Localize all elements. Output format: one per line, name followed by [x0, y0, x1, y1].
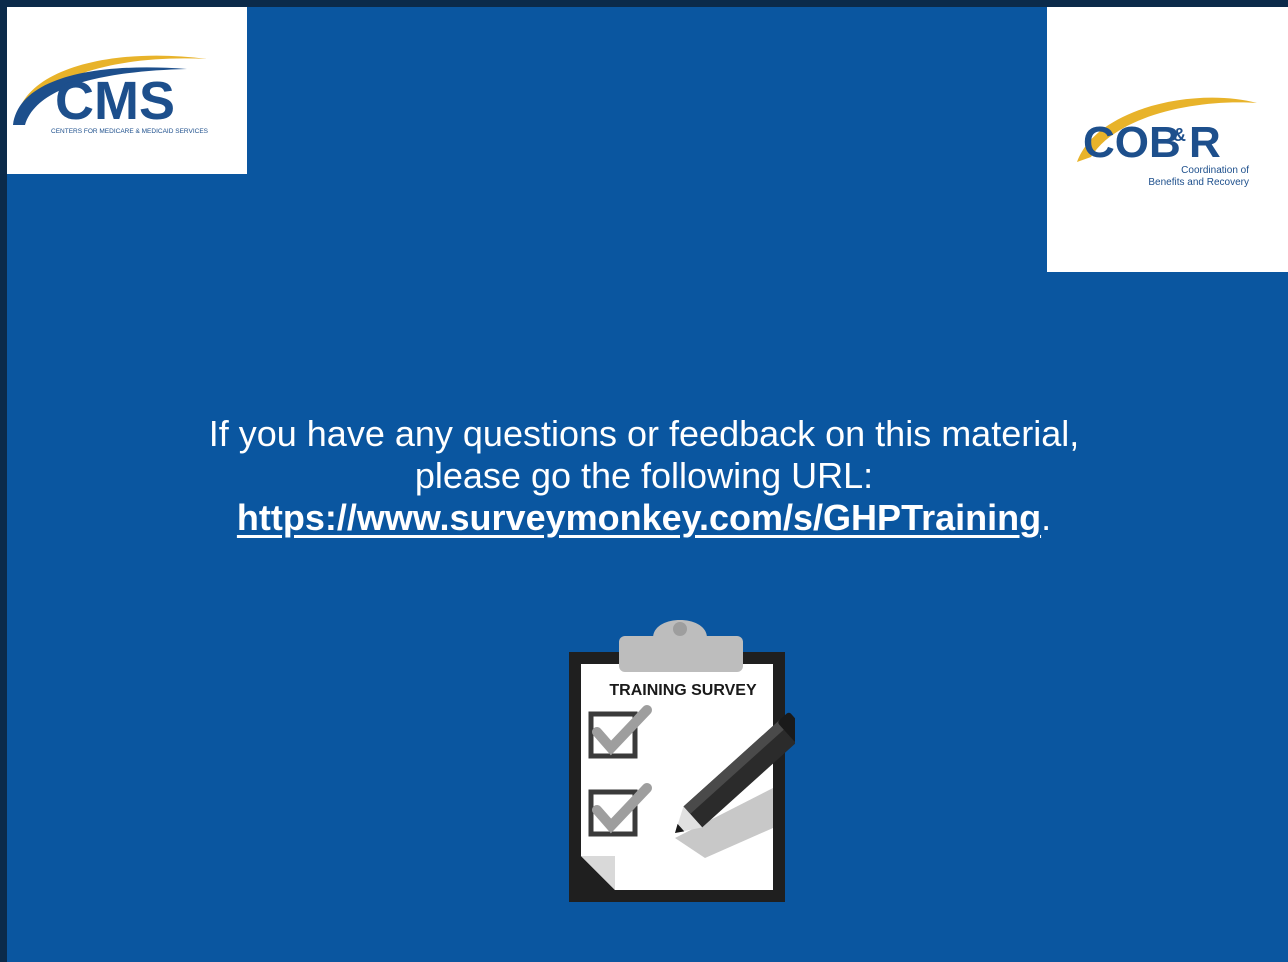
cobr-wordmark-r: R: [1189, 118, 1221, 167]
clip-hole: [673, 622, 687, 636]
message-line-1: If you have any questions or feedback on…: [208, 413, 1080, 454]
cms-wordmark: CMS: [55, 71, 175, 131]
clipboard-title: TRAINING SURVEY: [609, 682, 757, 699]
cobr-logo-graphic: COB & R Coordination of Benefits and Rec…: [1077, 97, 1257, 188]
cobr-wordmark-amp: &: [1173, 125, 1186, 145]
slide-frame-top: [0, 0, 1288, 7]
clipboard-checklist-icon: TRAINING SURVEY: [555, 598, 807, 903]
cobr-tagline-line1: Coordination of: [1181, 165, 1249, 176]
cobr-tagline-line2: Benefits and Recovery: [1148, 177, 1249, 188]
cobr-logo: COB & R Coordination of Benefits and Rec…: [1047, 7, 1288, 272]
cms-logo-graphic: CMS CENTERS FOR MEDICARE & MEDICAID SERV…: [13, 55, 209, 135]
url-suffix: .: [1041, 497, 1052, 538]
clip-base: [619, 636, 743, 672]
survey-url-link[interactable]: https://www.surveymonkey.com/s/GHPTraini…: [237, 497, 1041, 538]
feedback-message: If you have any questions or feedback on…: [0, 413, 1288, 539]
cobr-wordmark-cob: COB: [1083, 118, 1181, 167]
cms-tagline: CENTERS FOR MEDICARE & MEDICAID SERVICES: [51, 128, 209, 135]
message-line-3: https://www.surveymonkey.com/s/GHPTraini…: [0, 497, 1288, 539]
cms-logo: CMS CENTERS FOR MEDICARE & MEDICAID SERV…: [7, 7, 247, 174]
message-line-2: please go the following URL:: [414, 455, 874, 496]
